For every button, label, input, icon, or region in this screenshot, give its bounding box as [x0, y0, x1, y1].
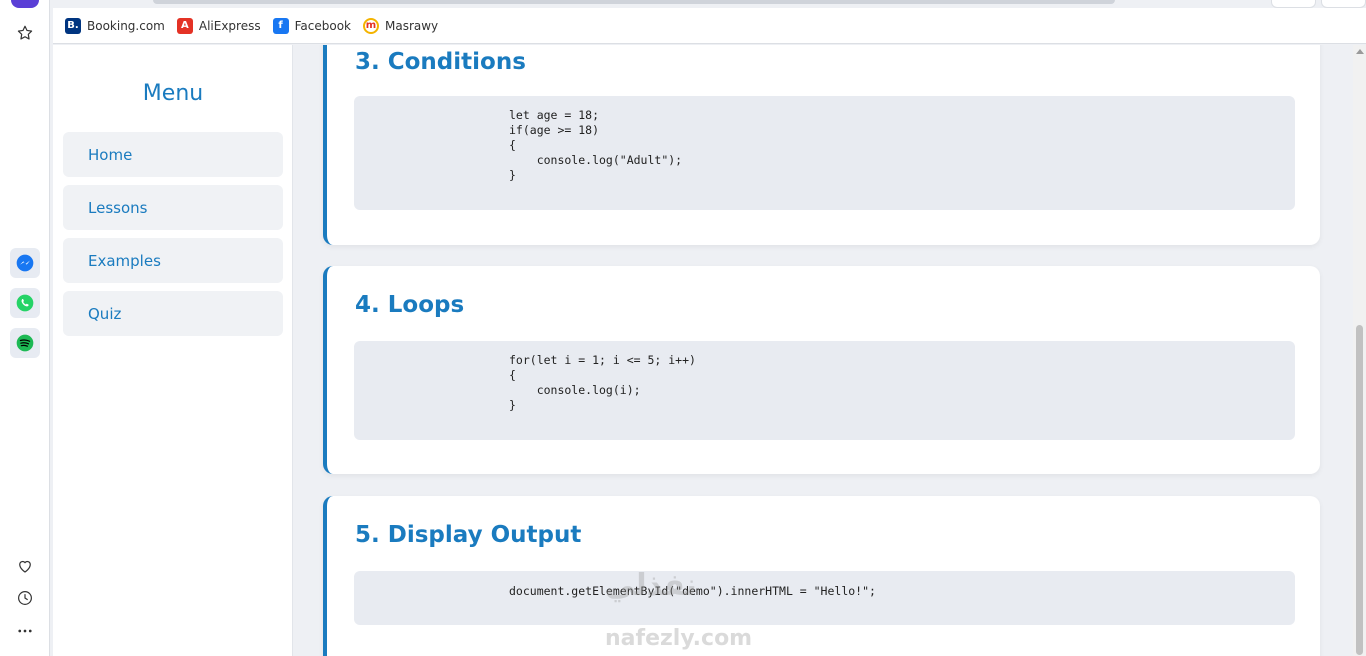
watermark: نفذلي nafezly.com — [605, 568, 752, 651]
menu-item-home[interactable]: Home — [63, 132, 283, 177]
watermark-arabic: نفذلي — [605, 568, 697, 603]
star-icon[interactable] — [10, 18, 40, 48]
menu-title: Menu — [142, 81, 204, 106]
aliexpress-icon: A — [176, 17, 193, 34]
whatsapp-icon[interactable] — [10, 288, 40, 318]
lesson-title: 5. Display Output — [355, 522, 582, 548]
lesson-card-loops: 4. Loops for(let i = 1; i <= 5; i++) { c… — [323, 266, 1320, 474]
lesson-title: 4. Loops — [355, 292, 465, 318]
address-bar[interactable] — [153, 0, 1115, 4]
page-content: Menu Home Lessons Examples Quiz 3. Condi… — [53, 45, 1353, 656]
spotify-icon[interactable] — [10, 328, 40, 358]
menu-item-examples[interactable]: Examples — [63, 238, 283, 283]
lesson-title: 3. Conditions — [355, 49, 526, 75]
bookmarks-bar: B. Booking.com A AliExpress f Facebook m… — [53, 8, 1366, 44]
bookmark-masrawy[interactable]: m Masrawy — [363, 17, 439, 34]
code-block: for(let i = 1; i <= 5; i++) { console.lo… — [354, 341, 1295, 440]
code-block: let age = 18; if(age >= 18) { console.lo… — [354, 96, 1295, 210]
menu-item-quiz[interactable]: Quiz — [63, 291, 283, 336]
code-block: document.getElementById("demo").innerHTM… — [354, 571, 1295, 625]
bookmark-label: Booking.com — [87, 18, 165, 33]
lesson-card-display-output: 5. Display Output document.getElementByI… — [323, 496, 1320, 656]
scroll-up-icon[interactable] — [1356, 49, 1364, 54]
bookmark-booking[interactable]: B. Booking.com — [65, 17, 165, 34]
toolbar-button[interactable] — [1271, 0, 1316, 8]
bookmark-label: AliExpress — [198, 18, 261, 33]
toolbar-button[interactable] — [1321, 0, 1366, 8]
browser-logo-icon[interactable] — [11, 0, 39, 8]
bookmark-label: Masrawy — [385, 18, 439, 33]
booking-icon: B. — [65, 17, 81, 34]
browser-sidebar — [0, 0, 50, 656]
history-icon[interactable] — [10, 583, 40, 613]
bookmark-aliexpress[interactable]: A AliExpress — [176, 17, 261, 34]
more-icon[interactable] — [10, 616, 40, 646]
page-scrollbar[interactable] — [1353, 45, 1366, 656]
lesson-card-conditions: 3. Conditions let age = 18; if(age >= 18… — [323, 45, 1320, 245]
messenger-icon[interactable] — [10, 248, 40, 278]
scrollbar-thumb[interactable] — [1356, 325, 1363, 655]
toolbar-strip — [53, 0, 1366, 8]
heart-icon[interactable] — [10, 551, 40, 581]
bookmark-facebook[interactable]: f Facebook — [272, 17, 351, 34]
bookmark-label: Facebook — [294, 18, 351, 33]
watermark-latin: nafezly.com — [605, 626, 753, 651]
menu-sidebar: Menu Home Lessons Examples Quiz — [53, 45, 293, 656]
menu-item-lessons[interactable]: Lessons — [63, 185, 283, 230]
facebook-icon: f — [272, 17, 289, 34]
masrawy-icon: m — [363, 17, 379, 34]
